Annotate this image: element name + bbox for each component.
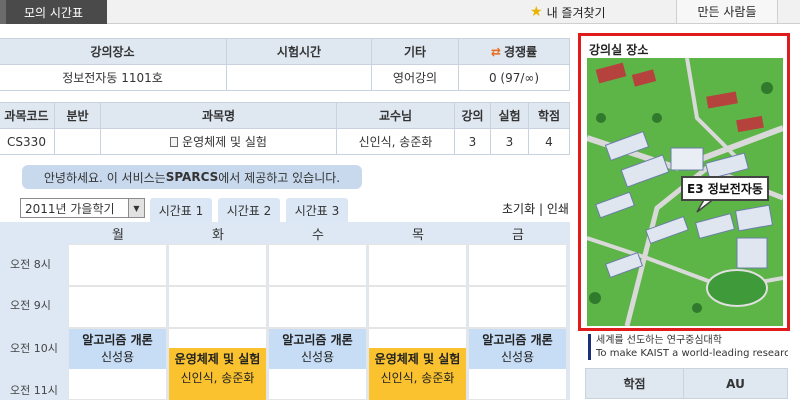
slot-mon-9[interactable] (68, 286, 167, 328)
banner-line-1: 세계를 선도하는 연구중심대학 (596, 335, 722, 346)
credit-au-table: 학점 AU (585, 368, 788, 399)
credit-value: 4 (528, 128, 570, 155)
course-block-algorithms-mon[interactable]: 알고리즘 개론 신성용 (69, 329, 166, 369)
course-prof: 신인식, 송준화 (180, 371, 255, 385)
section-value (54, 128, 101, 155)
header-location: 강의장소 (0, 38, 227, 65)
code-value: CS330 (0, 128, 55, 155)
course-block-algorithms-wed[interactable]: 알고리즘 개론 신성용 (269, 329, 366, 369)
time-label-11: 오전 11시 (10, 384, 58, 397)
course-prof: 신인식, 송준화 (380, 371, 455, 385)
notice-brand: SPARCS (165, 170, 219, 184)
day-header-fri: 금 (512, 228, 524, 243)
link-separator: | (538, 202, 543, 216)
lab-value: 3 (490, 128, 529, 155)
makers-link[interactable]: 만든 사람들 (676, 0, 778, 24)
header-credits: 학점 (585, 368, 684, 399)
location-value: 정보전자동 1101호 (0, 64, 227, 91)
header-etc: 기타 (371, 38, 459, 65)
makers-label: 만든 사람들 (697, 5, 757, 19)
tab-mock-timetable-label: 모의 시간표 (23, 5, 83, 20)
course-name: 알고리즘 개론 (482, 333, 553, 347)
notice-suffix: 에서 제공하고 있습니다. (218, 170, 341, 185)
header-lab: 실험 (490, 102, 529, 129)
semester-select[interactable]: 2011년 가을학기 ▼ (20, 198, 145, 218)
course-name: 알고리즘 개론 (82, 333, 153, 347)
star-icon: ★ (530, 4, 543, 20)
slot-thu-8[interactable] (368, 244, 467, 286)
document-icon (170, 137, 179, 147)
favorites-label: 내 즐겨찾기 (546, 5, 606, 20)
tab-timetable-2[interactable]: 시간표 2 (218, 198, 280, 222)
header-section: 분반 (54, 102, 101, 129)
notice-prefix: 안녕하세요. 이 서비스는 (43, 170, 166, 185)
course-block-os-thu[interactable]: 운영체제 및 실험 신인식, 송준화 (369, 348, 466, 400)
header-lecture: 강의 (454, 102, 491, 129)
tab-timetable-1[interactable]: 시간표 1 (150, 198, 212, 222)
chevron-down-icon[interactable]: ▼ (128, 199, 144, 217)
course-name-value: 운영체제 및 실험 (100, 128, 337, 155)
etc-value: 영어강의 (371, 64, 459, 91)
day-header-wed: 수 (312, 228, 324, 243)
top-bar: 모의 시간표 ★ 내 즐겨찾기 만든 사람들 (0, 0, 800, 24)
slot-thu-9[interactable] (368, 286, 467, 328)
reset-link[interactable]: 초기화 (502, 202, 535, 216)
header-course-name: 과목명 (100, 102, 337, 129)
time-label-9: 오전 9시 (10, 299, 51, 312)
action-links: 초기화 | 인쇄 (502, 200, 569, 217)
semester-select-value: 2011년 가을학기 (25, 201, 115, 216)
campus-map[interactable]: E3 정보전자동 (587, 58, 783, 326)
header-exam-time: 시험시간 (226, 38, 372, 65)
course-prof: 신성용 (300, 350, 335, 364)
slot-tue-9[interactable] (168, 286, 267, 328)
slot-tue-8[interactable] (168, 244, 267, 286)
map-building-label: E3 정보전자동 (681, 176, 769, 201)
classroom-map-panel: 강의실 장소 E3 정보전자동 (578, 33, 790, 331)
course-table: 과목코드 분반 과목명 교수님 강의 실험 학점 CS330 운영체제 및 실험… (0, 102, 570, 155)
slot-wed-9[interactable] (268, 286, 367, 328)
course-block-algorithms-fri[interactable]: 알고리즘 개론 신성용 (469, 329, 566, 369)
slot-wed-8[interactable] (268, 244, 367, 286)
service-notice: 안녕하세요. 이 서비스는 SPARCS 에서 제공하고 있습니다. (22, 165, 362, 189)
lecture-value: 3 (454, 128, 491, 155)
course-prof: 신성용 (100, 350, 135, 364)
time-label-10: 오전 10시 (10, 342, 58, 355)
tab-mock-timetable[interactable]: 모의 시간표 (0, 0, 107, 24)
slot-fri-9[interactable] (468, 286, 567, 328)
header-professor: 교수님 (336, 102, 455, 129)
table-row[interactable]: CS330 운영체제 및 실험 신인식, 송준화 3 3 4 (0, 128, 570, 155)
competition-icon: ⇄ (490, 45, 501, 59)
map-title: 강의실 장소 (589, 43, 649, 57)
course-name: 알고리즘 개론 (282, 333, 353, 347)
slot-mon-8[interactable] (68, 244, 167, 286)
print-link[interactable]: 인쇄 (547, 202, 569, 216)
exam-time-value (226, 64, 372, 91)
header-credit: 학점 (528, 102, 570, 129)
course-name: 운영체제 및 실험 (374, 352, 461, 366)
kaist-banner[interactable]: 세계를 선도하는 연구중심대학 To make KAIST a world-le… (588, 334, 788, 360)
course-prof: 신성용 (500, 350, 535, 364)
competition-value: 0 (97/∞) (458, 64, 570, 91)
day-header-tue: 화 (212, 228, 224, 243)
banner-line-2: To make KAIST a world-leading research-o (596, 348, 788, 359)
header-competition: ⇄ 경쟁률 (458, 38, 570, 65)
time-label-8: 오전 8시 (10, 258, 51, 271)
favorites-link[interactable]: ★ 내 즐겨찾기 (530, 0, 606, 24)
course-name: 운영체제 및 실험 (174, 352, 261, 366)
tab-edge (0, 0, 6, 24)
header-code: 과목코드 (0, 102, 55, 129)
course-block-os-tue[interactable]: 운영체제 및 실험 신인식, 송준화 (169, 348, 266, 400)
course-info-table: 강의장소 시험시간 기타 ⇄ 경쟁률 정보전자동 1101호 영어강의 0 (97… (0, 38, 570, 91)
day-header-mon: 월 (112, 228, 124, 243)
tab-timetable-3[interactable]: 시간표 3 (286, 198, 348, 222)
day-header-thu: 목 (412, 228, 424, 243)
slot-fri-8[interactable] (468, 244, 567, 286)
header-au: AU (683, 368, 788, 399)
professor-value: 신인식, 송준화 (336, 128, 455, 155)
